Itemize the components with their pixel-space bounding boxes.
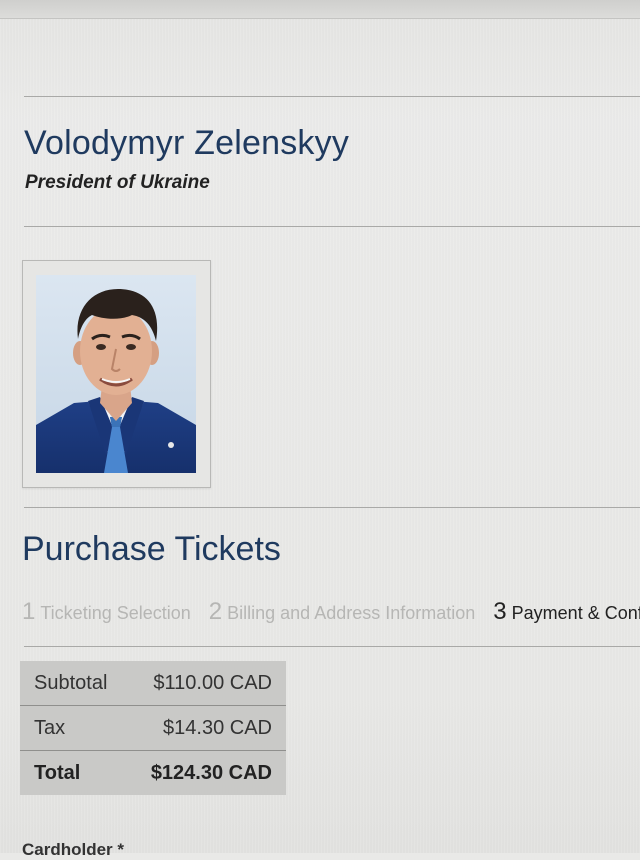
checkout-steps: 1 Ticketing Selection 2 Billing and Address…: [22, 598, 640, 630]
divider-lower: [24, 507, 640, 508]
step-payment-confirmation[interactable]: 3Payment & Confirmation: [493, 598, 640, 626]
summary-label: Tax: [20, 705, 128, 751]
speaker-photo-frame: [22, 260, 211, 488]
speaker-name: Volodymyr Zelenskyy: [24, 124, 350, 162]
summary-amount: $14.30 CAD: [127, 705, 286, 751]
summary-amount: $124.30 CAD: [150, 761, 272, 784]
summary-row-tax: Tax $14.30 CAD: [20, 705, 286, 751]
step-number: 1: [22, 598, 36, 625]
order-summary-table: Subtotal $110.00 CAD Tax $14.30 CAD Tota…: [20, 661, 286, 795]
step-label: Billing and Address Information: [227, 603, 476, 623]
divider-top: [24, 96, 640, 97]
purchase-tickets-heading: Purchase Tickets: [22, 530, 281, 568]
summary-amount: $110.00 CAD: [127, 661, 286, 706]
divider-steps: [24, 646, 640, 647]
step-billing-address[interactable]: 2 Billing and Address Information: [209, 598, 476, 626]
step-ticketing-selection[interactable]: 1 Ticketing Selection: [22, 598, 191, 626]
speaker-title: President of Ukraine: [25, 172, 210, 193]
step-number: 3: [493, 598, 507, 625]
summary-row-total: Total $124.30 CAD: [20, 751, 286, 796]
cardholder-field-label: Cardholder *: [22, 840, 125, 859]
summary-label: Subtotal: [20, 661, 128, 706]
speaker-photo: [36, 275, 196, 473]
browser-top-edge: [0, 0, 640, 19]
step-label: Ticketing Selection: [40, 603, 191, 623]
step-number: 2: [208, 598, 223, 625]
summary-row-subtotal: Subtotal $110.00 CAD: [20, 661, 286, 706]
step-label: Payment & Confirmation: [511, 603, 640, 623]
divider-middle: [24, 226, 640, 227]
summary-label: Total: [34, 761, 81, 784]
